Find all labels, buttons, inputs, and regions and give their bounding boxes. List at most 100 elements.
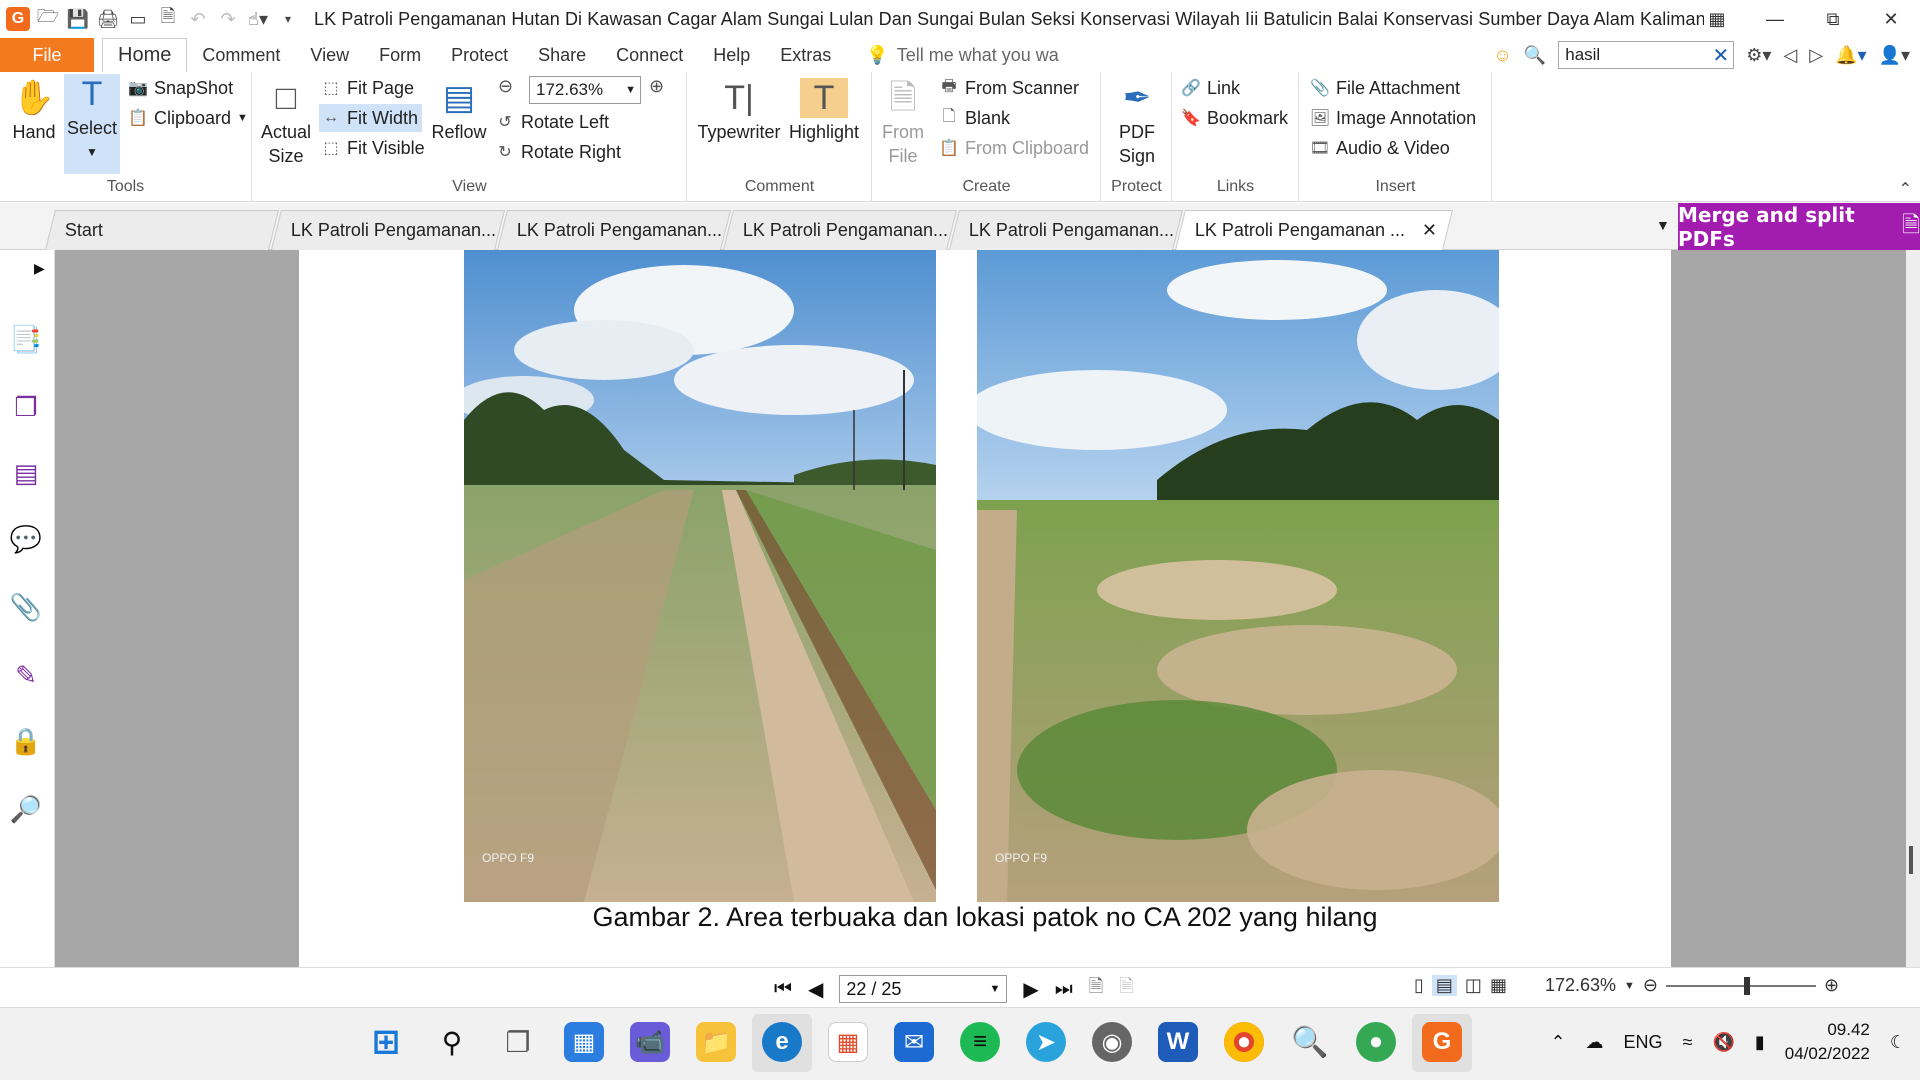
pages-panel-icon[interactable]: ❐ — [9, 390, 43, 424]
continuous-view-icon[interactable]: ▤ — [1431, 975, 1457, 996]
zoom-level[interactable]: 172.63% — [1545, 975, 1616, 996]
document-tab-3[interactable]: LK Patroli Pengamanan... — [723, 210, 957, 250]
window-icon[interactable]: ▭ — [126, 7, 150, 31]
document-viewport[interactable]: OPPO F9 OPPO F9 Gambar 2. Area terbuaka … — [55, 250, 1920, 967]
pdf-sign-button[interactable]: ✒ PDF Sign — [1110, 78, 1164, 168]
extract-page-icon[interactable]: 🗎 — [1089, 974, 1103, 1004]
from-clipboard-button[interactable]: 📋 From Clipboard — [939, 134, 1089, 162]
snapshot-button[interactable]: 📷 SnapShot — [128, 74, 233, 102]
teams-chat-icon[interactable]: 📹 — [630, 1022, 670, 1062]
from-file-button[interactable]: 🗎 From File — [879, 78, 927, 168]
word-icon[interactable]: W — [1158, 1022, 1198, 1062]
select-button[interactable]: T Select ▼ — [64, 74, 120, 174]
find-icon[interactable]: 🔍 — [1524, 45, 1546, 66]
settings-icon[interactable]: ⚙▾ — [1746, 45, 1771, 66]
search-panel-icon[interactable]: 🔎 — [9, 792, 43, 826]
highlight-button[interactable]: T Highlight — [786, 78, 862, 144]
document-tab-active[interactable]: LK Patroli Pengamanan ... ✕ — [1175, 210, 1453, 250]
widgets-icon[interactable]: ▦ — [564, 1022, 604, 1062]
search-tool-icon[interactable]: 🔍 — [1290, 1022, 1330, 1062]
scrollbar-thumb[interactable] — [1909, 846, 1913, 874]
file-attachment-button[interactable]: 📎 File Attachment — [1310, 74, 1460, 102]
zoom-in-status-icon[interactable]: ⊕ — [1824, 975, 1839, 996]
zoom-slider[interactable] — [1666, 976, 1816, 995]
language-indicator[interactable]: ENG — [1624, 1032, 1663, 1053]
rotate-left-button[interactable]: ↺ Rotate Left — [495, 108, 609, 136]
tab-comment[interactable]: Comment — [187, 38, 295, 72]
bookmarks-panel-icon[interactable]: 📑 — [9, 322, 43, 356]
insert-page-icon[interactable]: 🗎 — [1119, 974, 1133, 1004]
zoom-slider-knob[interactable] — [1744, 976, 1750, 995]
tab-extras[interactable]: Extras — [765, 38, 846, 72]
tell-me-box[interactable]: 💡 Tell me what you wa — [866, 45, 1059, 66]
close-tab-icon[interactable]: ✕ — [1422, 220, 1437, 241]
tab-start[interactable]: Start — [45, 210, 279, 250]
zoom-select[interactable]: 172.63% ▼ — [529, 76, 641, 104]
clipboard-button[interactable]: 📋 Clipboard ▼ — [128, 104, 248, 132]
user-account-icon[interactable]: 👤▾ — [1879, 45, 1910, 66]
previous-page-icon[interactable]: ◀ — [808, 977, 823, 1002]
minimize-button[interactable]: — — [1746, 0, 1804, 38]
document-tab-2[interactable]: LK Patroli Pengamanan... — [497, 210, 731, 250]
open-folder-icon[interactable]: 🗁 — [36, 6, 60, 31]
file-menu[interactable]: File — [0, 38, 94, 72]
smiley-icon[interactable]: ☺ — [1493, 45, 1511, 66]
reflow-button[interactable]: ▤ Reflow — [431, 78, 487, 144]
search-input[interactable]: hasil ✕ — [1558, 41, 1735, 69]
fit-visible-button[interactable]: ⬚ Fit Visible — [321, 134, 424, 162]
blank-button[interactable]: 🗋 Blank — [939, 104, 1010, 132]
chrome-icon[interactable]: ● — [1224, 1022, 1264, 1062]
tab-home[interactable]: Home — [102, 38, 188, 72]
hand-button[interactable]: ✋ Hand — [8, 78, 60, 144]
tab-connect[interactable]: Connect — [601, 38, 698, 72]
vpn-app-icon[interactable]: ◉ — [1092, 1022, 1132, 1062]
layout-icon[interactable]: ▦ — [1688, 0, 1746, 38]
first-page-icon[interactable]: ⏮ — [774, 978, 792, 1001]
layers-panel-icon[interactable]: ▤ — [9, 456, 43, 490]
file-explorer-icon[interactable]: 📁 — [696, 1022, 736, 1062]
link-button[interactable]: 🔗 Link — [1181, 74, 1240, 102]
previous-result-icon[interactable]: ◁ — [1783, 45, 1797, 66]
collapse-ribbon-icon[interactable]: ⌃ — [1899, 179, 1912, 199]
attachments-panel-icon[interactable]: 📎 — [9, 590, 43, 624]
hand-tool-dropdown-icon[interactable]: ☝▾ — [246, 7, 270, 31]
mail-icon[interactable]: ✉ — [894, 1022, 934, 1062]
expand-panel-icon[interactable]: ▶ — [34, 260, 45, 277]
search-taskbar-icon[interactable]: ⚲ — [432, 1022, 472, 1062]
zoom-out-icon[interactable]: ⊖ — [498, 76, 513, 97]
next-result-icon[interactable]: ▷ — [1809, 45, 1823, 66]
app-logo-icon[interactable]: G — [6, 7, 30, 31]
fit-width-button[interactable]: ↔ Fit Width — [319, 104, 423, 132]
clock[interactable]: 09.42 04/02/2022 — [1785, 1018, 1870, 1066]
speaker-muted-icon[interactable]: 🔇 — [1712, 1032, 1734, 1053]
comments-panel-icon[interactable]: 💬 — [9, 522, 43, 556]
facing-view-icon[interactable]: ◫ — [1465, 975, 1482, 996]
tab-protect[interactable]: Protect — [436, 38, 523, 72]
rotate-right-button[interactable]: ↻ Rotate Right — [495, 138, 621, 166]
actual-size-button[interactable]: □ Actual Size — [261, 78, 311, 168]
spotify-icon[interactable]: ≡ — [960, 1022, 1000, 1062]
clear-search-icon[interactable]: ✕ — [1712, 43, 1729, 68]
show-hidden-icons-icon[interactable]: ⌃ — [1550, 1032, 1565, 1053]
foxit-pdf-icon[interactable]: G — [1422, 1022, 1462, 1062]
document-tab-4[interactable]: LK Patroli Pengamanan... — [949, 210, 1183, 250]
notification-moon-icon[interactable]: ☾ — [1890, 1032, 1906, 1053]
restore-button[interactable]: ⧉ — [1804, 0, 1862, 38]
notification-bell-icon[interactable]: 🔔▾ — [1835, 45, 1866, 66]
signature-panel-icon[interactable]: ✎ — [9, 658, 43, 692]
new-document-icon[interactable]: 🗎 — [156, 6, 180, 31]
windows-start-icon[interactable]: ⊞ — [366, 1022, 406, 1062]
wifi-icon[interactable]: ≈ — [1683, 1032, 1693, 1053]
cloud-offline-icon[interactable]: ☁ — [1586, 1032, 1604, 1053]
tab-form[interactable]: Form — [364, 38, 436, 72]
single-page-view-icon[interactable]: ▯ — [1414, 975, 1424, 996]
task-view-icon[interactable]: ❐ — [498, 1022, 538, 1062]
close-button[interactable]: ✕ — [1862, 0, 1920, 38]
print-icon[interactable]: 🖨 — [96, 7, 120, 31]
undo-icon[interactable]: ↶ — [186, 7, 210, 31]
save-icon[interactable]: 💾 — [66, 7, 90, 31]
redo-icon[interactable]: ↷ — [216, 7, 240, 31]
telegram-icon[interactable]: ➤ — [1026, 1022, 1066, 1062]
typewriter-button[interactable]: T| Typewriter — [696, 78, 782, 144]
fit-page-button[interactable]: ⬚ Fit Page — [321, 74, 414, 102]
